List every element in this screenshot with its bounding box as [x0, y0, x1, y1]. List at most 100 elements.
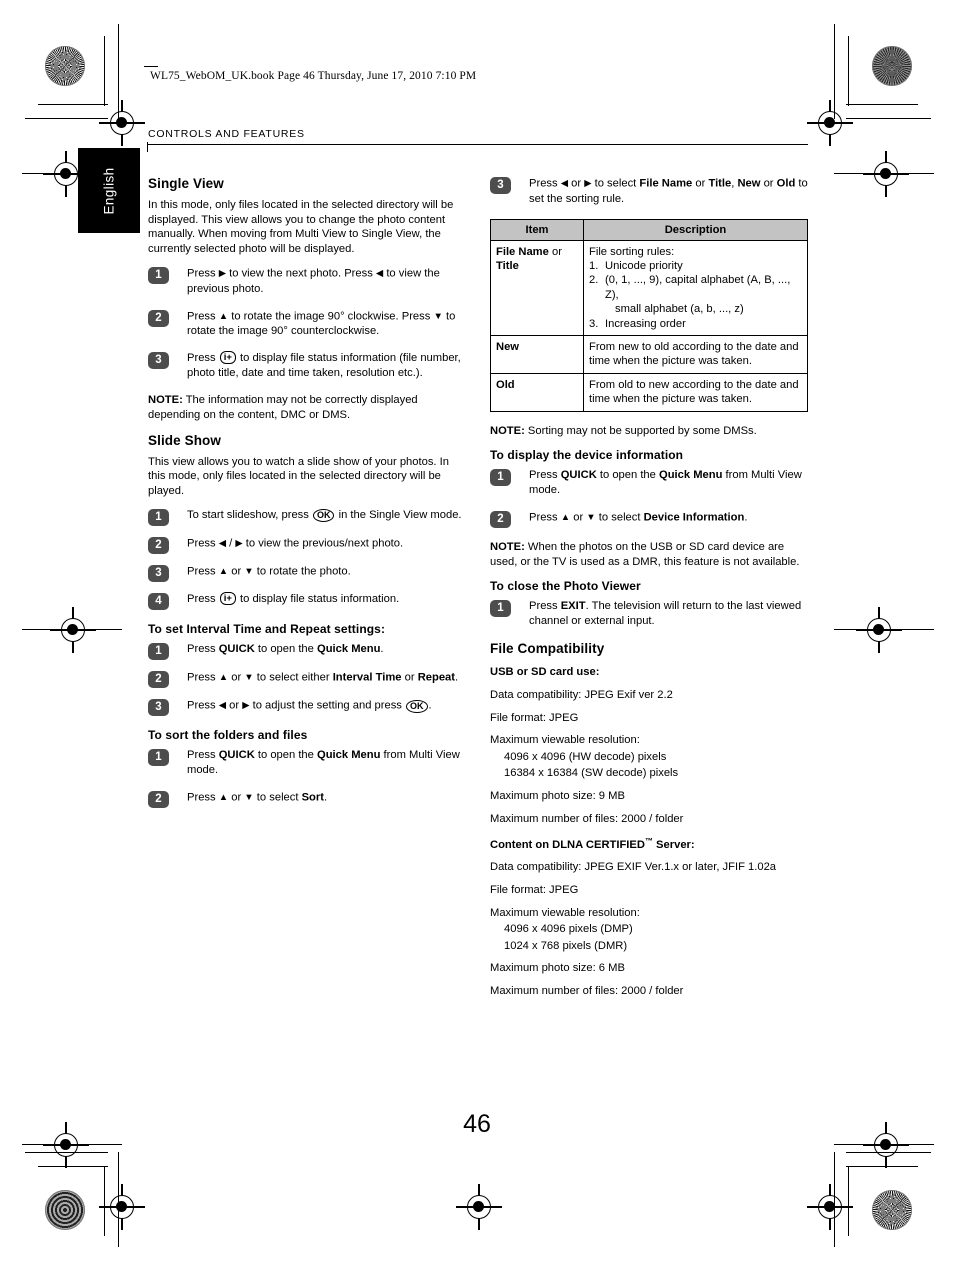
note-label: NOTE:: [148, 394, 183, 407]
step-text: Press ▲ to rotate the image 90° clockwis…: [187, 310, 456, 338]
step-item: 2 Press ▲ or ▼ to select Device Informat…: [490, 510, 810, 529]
crosshair-mark-bottom-center: [456, 1184, 502, 1230]
spec-line: Maximum number of files: 2000 / folder: [490, 812, 684, 825]
option-label-device-information: Device Information: [643, 511, 745, 524]
spec-line: Maximum viewable resolution:: [490, 906, 640, 919]
step-number-badge: 3: [148, 699, 169, 717]
step-item: 2 Press ▲ or ▼ to select either Interval…: [148, 670, 468, 689]
option-label-interval-time: Interval Time: [332, 671, 402, 684]
list-item: 3. Increasing order: [589, 317, 686, 330]
key-label-exit: EXIT: [560, 600, 586, 613]
step-item: 1 Press ▶ to view the next photo. Press …: [148, 266, 468, 297]
step-item: 2 Press ▲ or ▼ to select Sort.: [148, 790, 468, 809]
trim-mark-br-h1: [846, 1166, 918, 1168]
spec-line: Data compatibility: JPEG EXIF Ver.1.x or…: [490, 861, 777, 874]
step-number-badge: 2: [148, 309, 169, 327]
cell-description: File sorting rules: 1. Unicode priority 2…: [583, 239, 808, 336]
language-tab-label: English: [101, 166, 117, 215]
spec-line: Maximum number of files: 2000 / folder: [490, 984, 684, 997]
trim-mark-bl-v1: [104, 1166, 106, 1236]
key-label-quick: QUICK: [560, 469, 597, 482]
note-text: The information may not be correctly dis…: [148, 394, 418, 421]
arrow-up-icon: ▲: [218, 792, 229, 804]
info-plus-key-icon: i+: [219, 351, 236, 365]
arrow-down-icon: ▼: [244, 566, 254, 578]
table-header-row: Item Description: [490, 218, 808, 241]
step-number-badge: 2: [148, 671, 169, 689]
printed-page: WL75_WebOM_UK.book Page 46 Thursday, Jun…: [0, 0, 954, 1267]
option-label-repeat: Repeat: [417, 671, 455, 684]
option-label-file-name: File Name: [639, 177, 693, 190]
heading-single-view: Single View: [148, 176, 224, 191]
step-number-badge: 4: [148, 593, 169, 611]
trim-mark-br-v2: [834, 1152, 836, 1247]
spec-line: Data compatibility: JPEG Exif ver 2.2: [490, 688, 673, 701]
right-column: 3 Press ◀ or ▶ to select File Name or Ti…: [490, 176, 810, 1007]
note-label: NOTE:: [490, 541, 525, 554]
trim-mark-tr-h3: [834, 173, 934, 175]
note-single-view: NOTE: The information may not be correct…: [148, 393, 468, 422]
trim-mark-tl-h1: [38, 104, 108, 106]
book-file-line: WL75_WebOM_UK.book Page 46 Thursday, Jun…: [144, 66, 476, 82]
running-head: CONTROLS AND FEATURES: [148, 128, 305, 140]
trim-mark-tr-h2: [846, 118, 931, 120]
arrow-down-icon: ▼: [244, 792, 254, 804]
cell-description: From new to old according to the date an…: [583, 334, 808, 374]
trim-mark-br-h3: [834, 1144, 934, 1146]
crosshair-mark-bottom-left-a: [99, 1184, 145, 1230]
table-row: File Name or Title File sorting rules: 1.…: [490, 239, 808, 336]
arrow-up-icon: ▲: [560, 512, 571, 524]
step-item: 3 Press ▲ or ▼ to rotate the photo.: [148, 564, 468, 583]
spec-line: File format: JPEG: [490, 711, 579, 724]
option-label-title: Title: [708, 177, 732, 190]
step-number-badge: 3: [490, 177, 511, 194]
step-item: 4 Press i+ to display file status inform…: [148, 592, 468, 611]
heading-sort-folders: To sort the folders and files: [148, 728, 308, 743]
step-text: Press EXIT. The television will return t…: [529, 600, 802, 628]
note-sorting: NOTE: Sorting may not be supported by so…: [490, 424, 810, 439]
table-row: Old From old to new according to the dat…: [490, 372, 808, 412]
info-plus-key-icon: i+: [219, 592, 236, 606]
step-number-badge: 1: [148, 643, 169, 661]
step-text: Press QUICK to open the Quick Menu.: [187, 643, 384, 656]
key-label-quick: QUICK: [218, 749, 255, 762]
list-item: 1. Unicode priority: [589, 259, 683, 272]
step-item: 1 To start slideshow, press OK in the Si…: [148, 508, 468, 527]
crosshair-mark-top-right-a: [807, 100, 853, 146]
arrow-up-icon: ▲: [218, 566, 229, 578]
menu-label-quick-menu: Quick Menu: [317, 749, 381, 762]
arrow-right-icon: ▶: [218, 268, 227, 280]
arrow-down-icon: ▼: [586, 512, 596, 524]
step-item: 3 Press ◀ or ▶ to select File Name or Ti…: [490, 176, 810, 207]
trim-mark-tr-v2: [834, 24, 836, 119]
ok-key-icon: OK: [312, 509, 335, 523]
rosette-mark-top-right: [872, 46, 912, 86]
left-column: Single View In this mode, only files loc…: [148, 176, 468, 820]
option-label-new: New: [737, 177, 761, 190]
spec-line: Maximum photo size: 6 MB: [490, 962, 625, 975]
step-text: Press ◀ or ▶ to select File Name or Titl…: [529, 177, 808, 205]
sorting-rules-table: Item Description File Name or Title File …: [490, 218, 808, 412]
arrow-down-icon: ▼: [244, 672, 254, 684]
cell-description: From old to new according to the date an…: [583, 372, 808, 412]
trim-mark-bl-h3: [22, 1144, 122, 1146]
spec-line: Maximum photo size: 9 MB: [490, 789, 625, 802]
page-number: 46: [463, 1110, 491, 1138]
option-label-sort: Sort: [301, 791, 324, 804]
crosshair-mark-bottom-right-a: [807, 1184, 853, 1230]
cell-item: New: [490, 334, 584, 374]
step-item: 1 Press QUICK to open the Quick Menu.: [148, 642, 468, 661]
step-text: Press QUICK to open the Quick Menu from …: [529, 469, 802, 497]
trim-mark-mr: [834, 629, 934, 631]
step-number-badge: 1: [148, 509, 169, 527]
language-tab: English: [78, 148, 140, 233]
trim-mark-bl-h1: [38, 1166, 108, 1168]
list-item: 2. (0, 1, ..., 9), capital alphabet (A, B…: [589, 274, 791, 301]
step-text: Press ▲ or ▼ to select either Interval T…: [187, 671, 459, 684]
step-number-badge: 2: [148, 537, 169, 555]
table-row: New From new to old according to the dat…: [490, 334, 808, 374]
arrow-right-icon: ▶: [584, 178, 592, 189]
arrow-left-icon: ◀: [218, 538, 227, 550]
arrow-up-icon: ▲: [218, 672, 229, 684]
trim-mark-tl-v1: [104, 36, 106, 106]
